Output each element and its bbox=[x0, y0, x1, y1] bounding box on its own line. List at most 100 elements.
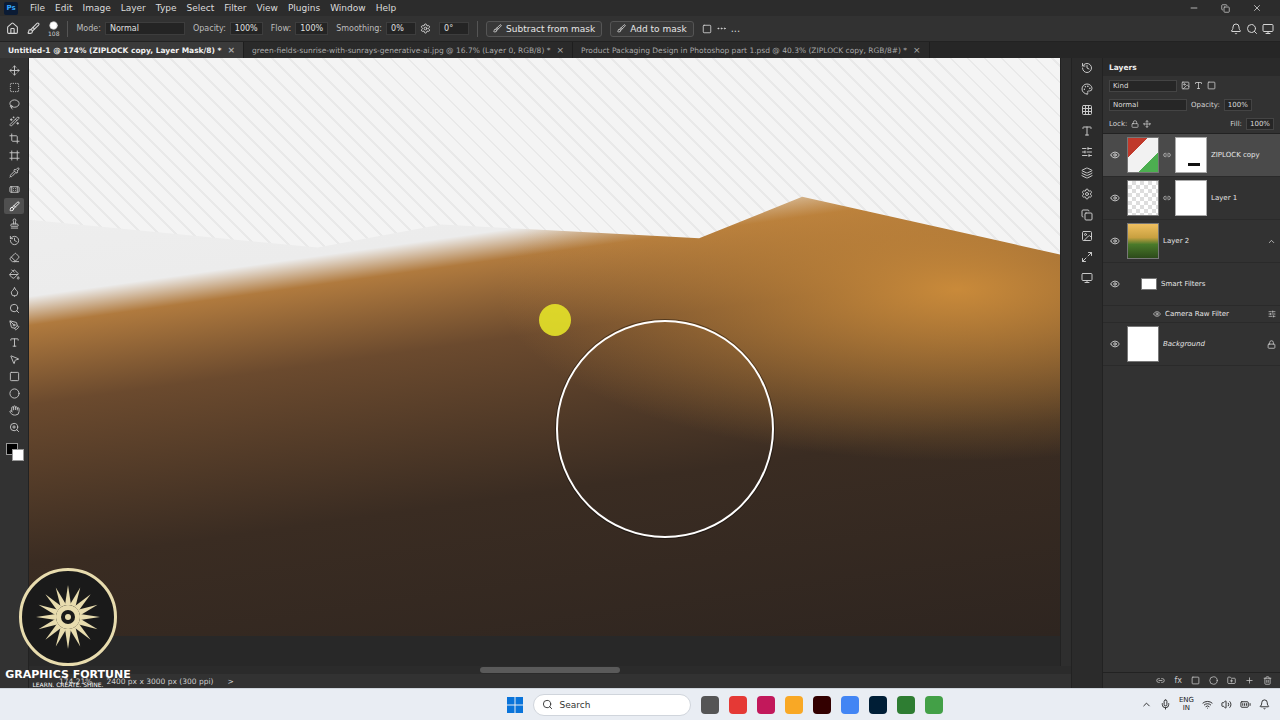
document-tab[interactable]: Product Packaging Design in Photoshop pa… bbox=[573, 42, 930, 58]
adjustment-icon[interactable] bbox=[1209, 676, 1218, 685]
panel-icon[interactable] bbox=[1081, 230, 1093, 242]
smoothing-field[interactable]: 0% bbox=[386, 22, 416, 35]
visibility-toggle[interactable] bbox=[1107, 339, 1123, 349]
tool-button[interactable] bbox=[4, 147, 24, 163]
task-view-icon[interactable] bbox=[701, 696, 719, 714]
options-more-icon[interactable] bbox=[716, 23, 727, 34]
layer-row[interactable]: Layer 1 bbox=[1103, 177, 1280, 220]
menu-item[interactable]: View bbox=[253, 3, 282, 13]
layer-row[interactable]: Smart Filters bbox=[1103, 263, 1280, 306]
delete-layer-icon[interactable] bbox=[1263, 676, 1272, 685]
panel-icon[interactable] bbox=[1081, 251, 1093, 263]
document-tab[interactable]: green-fields-sunrise-with-sunrays-genera… bbox=[244, 42, 573, 58]
panel-icon[interactable] bbox=[1081, 188, 1093, 200]
layer-row[interactable]: Layer 2 bbox=[1103, 220, 1280, 263]
battery-icon[interactable] bbox=[1240, 699, 1251, 710]
flow-field[interactable]: 100% bbox=[295, 22, 328, 35]
link-layers-icon[interactable] bbox=[1156, 676, 1165, 685]
background-swatch[interactable] bbox=[12, 449, 24, 461]
layer-name[interactable]: Smart Filters bbox=[1161, 280, 1276, 288]
document-tab[interactable]: Untitled-1 @ 174% (ZIPLOCK copy, Layer M… bbox=[0, 42, 244, 58]
workspace-icon[interactable] bbox=[1262, 23, 1274, 35]
settings-icon[interactable] bbox=[420, 23, 431, 34]
panel-icon[interactable] bbox=[1081, 167, 1093, 179]
panel-icon[interactable] bbox=[1081, 209, 1093, 221]
vertical-scrollbar[interactable] bbox=[1060, 58, 1071, 666]
eye-icon[interactable] bbox=[1110, 339, 1120, 349]
more-text[interactable]: ... bbox=[731, 23, 741, 34]
menu-item[interactable]: Layer bbox=[117, 3, 150, 13]
layer-row[interactable]: Background bbox=[1103, 323, 1280, 366]
angle-field[interactable]: 0° bbox=[439, 22, 469, 35]
panel-icon[interactable] bbox=[1081, 104, 1093, 116]
file-explorer-icon[interactable] bbox=[785, 696, 803, 714]
tool-button[interactable] bbox=[4, 130, 24, 146]
filter-shape-icon[interactable] bbox=[1207, 81, 1216, 90]
app-icon[interactable] bbox=[729, 696, 747, 714]
expand-icon[interactable] bbox=[1267, 237, 1276, 246]
tool-button[interactable] bbox=[4, 164, 24, 180]
menu-item[interactable]: Select bbox=[182, 3, 218, 13]
filter-type-icon[interactable] bbox=[1194, 81, 1203, 90]
app-icon[interactable] bbox=[897, 696, 915, 714]
opacity-field[interactable]: 100% bbox=[230, 22, 263, 35]
kind-filter[interactable]: Kind bbox=[1109, 80, 1177, 92]
volume-icon[interactable] bbox=[1221, 699, 1232, 710]
tool-button[interactable] bbox=[4, 419, 24, 435]
tool-button[interactable] bbox=[4, 96, 24, 112]
layer-mask-thumbnail[interactable] bbox=[1175, 180, 1207, 216]
tool-button[interactable] bbox=[4, 402, 24, 418]
app-icon[interactable] bbox=[757, 696, 775, 714]
chrome-icon[interactable] bbox=[841, 696, 859, 714]
layer-name[interactable]: ZIPLOCK copy bbox=[1211, 151, 1276, 159]
menu-item[interactable]: Image bbox=[79, 3, 115, 13]
illustrator-icon[interactable] bbox=[813, 696, 831, 714]
mask-link-icon[interactable] bbox=[1163, 194, 1171, 202]
menu-item[interactable]: File bbox=[26, 3, 49, 13]
tool-button[interactable] bbox=[4, 283, 24, 299]
photoshop-icon[interactable] bbox=[869, 696, 887, 714]
layer-name[interactable]: Layer 2 bbox=[1163, 237, 1263, 245]
tool-button[interactable] bbox=[4, 317, 24, 333]
panel-icon[interactable] bbox=[1081, 83, 1093, 95]
mic-icon[interactable] bbox=[1160, 699, 1171, 710]
filter-options-icon[interactable] bbox=[1268, 310, 1276, 318]
tool-button[interactable] bbox=[4, 79, 24, 95]
layer-opacity[interactable]: 100% bbox=[1224, 99, 1252, 111]
new-layer-icon[interactable] bbox=[1245, 676, 1254, 685]
close-icon[interactable] bbox=[1252, 3, 1262, 13]
tab-close[interactable]: × bbox=[556, 45, 564, 55]
language-indicator[interactable]: ENGIN bbox=[1179, 697, 1194, 712]
windows-logo-icon[interactable] bbox=[507, 697, 523, 713]
panel-icon[interactable] bbox=[1081, 125, 1093, 137]
menu-item[interactable]: Plugins bbox=[284, 3, 324, 13]
mode-select[interactable]: Normal bbox=[105, 22, 185, 35]
tool-button[interactable] bbox=[4, 334, 24, 350]
notification-icon[interactable] bbox=[1259, 699, 1270, 710]
lock-position-icon[interactable] bbox=[1143, 120, 1151, 128]
brush-tool-icon[interactable] bbox=[27, 22, 40, 35]
eye-icon[interactable] bbox=[1110, 193, 1120, 203]
tab-close[interactable]: × bbox=[228, 45, 236, 55]
tool-button[interactable] bbox=[4, 113, 24, 129]
home-icon[interactable] bbox=[6, 22, 19, 35]
mask-button[interactable]: Subtract from mask bbox=[486, 21, 602, 37]
chrome-profile-icon[interactable] bbox=[925, 696, 943, 714]
horizontal-scrollbar[interactable] bbox=[29, 666, 1071, 674]
layer-row[interactable]: ZIPLOCK copy bbox=[1103, 134, 1280, 177]
panel-icon[interactable] bbox=[1081, 146, 1093, 158]
layer-name[interactable]: Background bbox=[1163, 340, 1263, 348]
menu-item[interactable]: Window bbox=[326, 3, 370, 13]
tool-button[interactable] bbox=[4, 62, 24, 78]
eye-icon[interactable] bbox=[1110, 279, 1120, 289]
visibility-toggle[interactable] bbox=[1107, 279, 1123, 289]
eye-icon[interactable] bbox=[1110, 236, 1120, 246]
menu-item[interactable]: Type bbox=[152, 3, 181, 13]
layer-name[interactable]: Camera Raw Filter bbox=[1165, 310, 1264, 318]
scroll-thumb[interactable] bbox=[480, 667, 620, 673]
visibility-toggle[interactable] bbox=[1107, 193, 1123, 203]
new-group-icon[interactable] bbox=[1227, 676, 1236, 685]
frame-icon[interactable] bbox=[702, 24, 712, 34]
blend-mode[interactable]: Normal bbox=[1109, 99, 1187, 111]
search-icon[interactable] bbox=[1246, 23, 1258, 35]
